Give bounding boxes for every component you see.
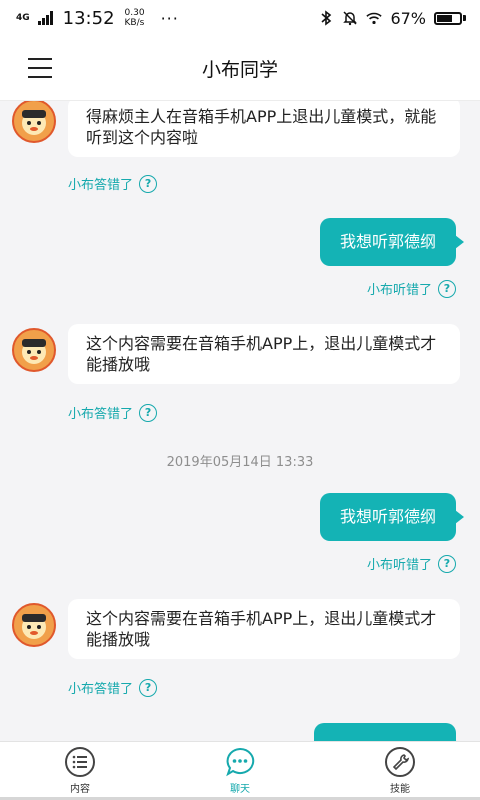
battery-percent: 67% [390,8,426,28]
tab-label: 技能 [390,784,410,795]
signal-icon [37,11,53,25]
help-icon[interactable]: ? [139,174,158,193]
speed-unit: KB/s [124,18,145,28]
user-message: 我想听郭德纲 [319,218,465,266]
chat-icon [226,747,255,777]
help-icon[interactable]: ? [438,554,456,573]
wifi-icon [366,10,383,26]
assistant-avatar [12,328,56,372]
tab-skills[interactable]: 技能 [370,746,430,795]
answer-wrong-link[interactable]: 小布答错了 ? [68,403,158,422]
feedback-label: 小布答错了 [68,407,134,422]
assistant-avatar [12,101,56,143]
bottom-tab-bar: 内容 聊天 技能 [0,741,480,800]
message-timestamp: 2019年05月14日 13:33 [166,455,314,470]
tab-content[interactable]: 内容 [50,746,110,795]
feedback-label: 小布听错了 [366,558,432,573]
network-indicator: 4G [16,13,30,23]
tab-chat[interactable]: 聊天 [210,746,270,795]
heard-wrong-link[interactable]: 小布听错了 ? [367,279,456,298]
mute-bell-icon [342,10,358,26]
page-title: 小布同学 [201,58,278,81]
assistant-message: 这个内容需要在音箱手机APP上，退出儿童模式才能播放哦 [68,599,460,659]
battery-icon [434,11,466,25]
status-bar: 4G 13:52 0.30 KB/s ··· 67% [0,0,480,36]
more-notifications-icon: ··· [160,8,179,28]
wrench-icon [385,747,415,777]
bluetooth-icon [318,10,334,26]
assistant-message: 得麻烦主人在音箱手机APP上退出儿童模式，就能听到这个内容啦 [68,101,460,157]
tab-label: 内容 [70,784,90,795]
feedback-label: 小布听错了 [366,283,432,298]
assistant-avatar [12,603,56,647]
menu-button[interactable] [28,58,52,78]
list-icon [65,747,95,777]
tab-label: 聊天 [230,784,250,795]
feedback-label: 小布答错了 [68,682,134,697]
help-icon[interactable]: ? [139,403,158,422]
help-icon[interactable]: ? [438,279,456,298]
answer-wrong-link[interactable]: 小布答错了 ? [68,174,158,193]
user-message: 我想听郭德纲 [319,493,465,541]
user-message-partial [314,723,464,741]
answer-wrong-link[interactable]: 小布答错了 ? [68,678,158,697]
network-type: 4G [16,13,30,23]
chat-list[interactable]: 得麻烦主人在音箱手机APP上退出儿童模式，就能听到这个内容啦 小布答错了 ? 我… [0,101,480,741]
heard-wrong-link[interactable]: 小布听错了 ? [367,554,456,573]
network-speed: 0.30 KB/s [125,8,145,28]
help-icon[interactable]: ? [139,678,158,697]
speed-value: 0.30 [124,8,145,18]
feedback-label: 小布答错了 [68,178,134,193]
app-bar: 小布同学 [0,36,480,101]
assistant-message: 这个内容需要在音箱手机APP上，退出儿童模式才能播放哦 [68,324,460,384]
status-time: 13:52 [62,7,115,29]
